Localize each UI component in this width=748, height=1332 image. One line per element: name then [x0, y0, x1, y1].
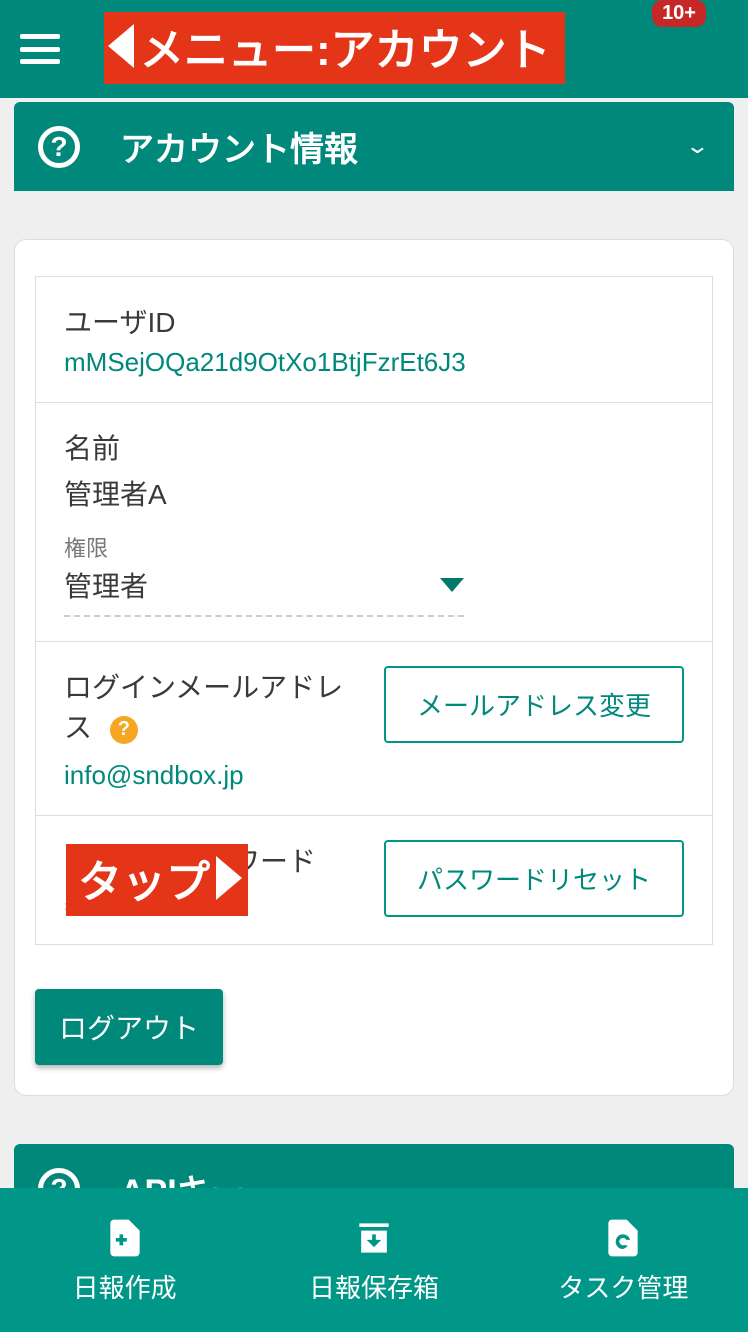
tutorial-overlay-tap: タップ — [66, 844, 248, 916]
tutorial-overlay-menu-text: メニュー:アカウント — [140, 14, 551, 78]
nav-item-create-report[interactable]: 日報作成 — [0, 1188, 249, 1332]
triangle-left-icon — [108, 24, 134, 68]
tutorial-overlay-tap-text: タップ — [78, 846, 210, 910]
nav-item-saved-reports[interactable]: 日報保存箱 — [249, 1188, 498, 1332]
logout-button[interactable]: ログアウト — [35, 989, 223, 1065]
tutorial-overlay-menu: メニュー:アカウント — [104, 12, 565, 84]
row-password: ログインパスワード 表示されません パスワードリセット タップ — [36, 816, 712, 944]
user-id-label: ユーザID — [64, 301, 684, 341]
triangle-right-icon — [216, 856, 242, 900]
change-email-button[interactable]: メールアドレス変更 — [384, 666, 684, 743]
app-bar: 10+ メニュー:アカウント — [0, 0, 748, 98]
reset-password-button[interactable]: パスワードリセット — [384, 840, 684, 917]
role-label: 権限 — [64, 531, 684, 563]
role-select[interactable]: 管理者 — [64, 565, 464, 617]
name-label: 名前 — [64, 427, 684, 467]
archive-icon — [352, 1216, 396, 1260]
account-card: ユーザID mMSejOQa21d9OtXo1BtjFzrEt6J3 名前 管理… — [14, 239, 734, 1096]
help-icon[interactable]: ? — [38, 126, 80, 168]
section-header-account[interactable]: ? アカウント情報 ⌄ — [14, 102, 734, 191]
task-restore-icon — [601, 1216, 645, 1260]
help-orange-icon[interactable]: ? — [110, 716, 138, 744]
email-value: info@sndbox.jp — [64, 760, 364, 791]
row-name-role: 名前 管理者A 権限 管理者 — [36, 403, 712, 642]
row-email: ログインメールアドレス ? info@sndbox.jp メールアドレス変更 — [36, 642, 712, 816]
notification-badge[interactable]: 10+ — [652, 0, 706, 27]
chevron-down-icon: ⌄ — [685, 134, 710, 159]
nav-item-task-management[interactable]: タスク管理 — [499, 1188, 748, 1332]
user-id-value: mMSejOQa21d9OtXo1BtjFzrEt6J3 — [64, 347, 684, 378]
email-label: ログインメールアドレス ? — [64, 666, 364, 746]
row-user-id: ユーザID mMSejOQa21d9OtXo1BtjFzrEt6J3 — [36, 277, 712, 403]
nav-label: 日報作成 — [73, 1268, 177, 1305]
nav-label: 日報保存箱 — [309, 1268, 439, 1305]
bottom-nav: 日報作成 日報保存箱 タスク管理 — [0, 1188, 748, 1332]
section-title: アカウント情報 — [120, 122, 685, 171]
role-value: 管理者 — [64, 565, 148, 605]
name-value: 管理者A — [64, 473, 684, 513]
account-info-table: ユーザID mMSejOQa21d9OtXo1BtjFzrEt6J3 名前 管理… — [35, 276, 713, 945]
menu-icon[interactable] — [20, 34, 60, 64]
caret-down-icon — [440, 578, 464, 592]
file-plus-icon — [103, 1216, 147, 1260]
nav-label: タスク管理 — [558, 1268, 688, 1305]
